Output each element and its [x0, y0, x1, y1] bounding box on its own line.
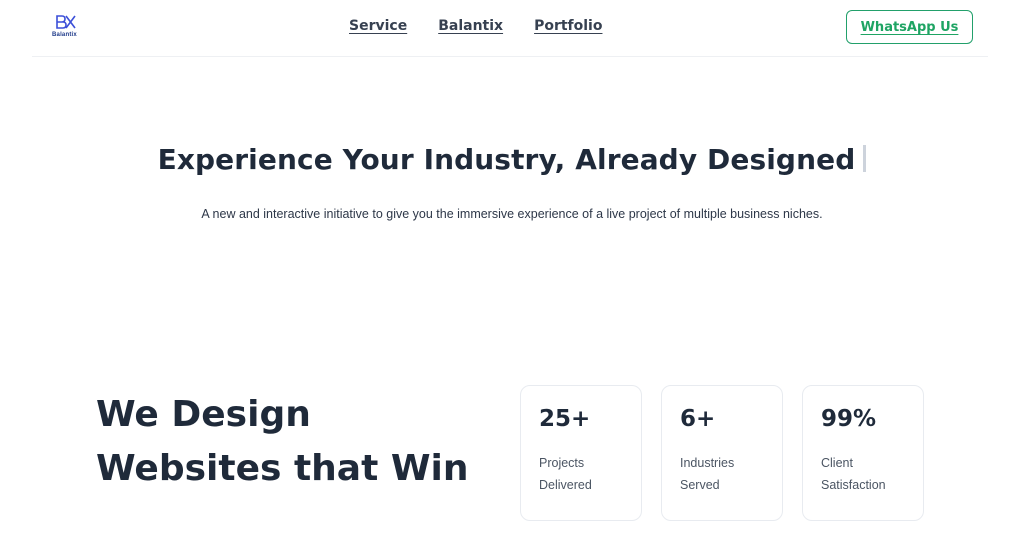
nav-link-balantix[interactable]: Balantix: [438, 18, 503, 34]
stat-value: 99%: [821, 406, 877, 432]
stat-label-line2: Satisfaction: [821, 478, 886, 492]
stat-label: Industries Served: [680, 452, 764, 496]
design-heading-line1: We Design: [96, 394, 311, 435]
design-heading-line2: Websites that Win: [96, 448, 469, 489]
hero-title: Experience Your Industry, Already Design…: [0, 143, 1024, 176]
stat-label: Projects Delivered: [539, 452, 623, 496]
stat-card-industries: 6+ Industries Served: [661, 385, 783, 521]
stat-value: 6+: [680, 406, 716, 432]
stat-card-projects: 25+ Projects Delivered: [520, 385, 642, 521]
stat-label: Client Satisfaction: [821, 452, 905, 496]
stat-label-line1: Client: [821, 456, 853, 470]
nav-link-service[interactable]: Service: [349, 18, 407, 34]
stat-label-line1: Projects: [539, 456, 585, 470]
stat-label-line1: Industries: [680, 456, 735, 470]
whatsapp-button[interactable]: WhatsApp Us: [846, 10, 973, 44]
stats-row: 25+ Projects Delivered 6+ Industries Serve…: [520, 385, 924, 521]
design-heading: We Design Websites that Win: [96, 388, 469, 496]
typing-cursor: [863, 145, 867, 172]
stat-value: 25+: [539, 406, 591, 432]
stat-card-satisfaction: 99% Client Satisfaction: [802, 385, 924, 521]
stat-label-line2: Served: [680, 478, 720, 492]
logo-text: Balantix: [52, 32, 77, 38]
balantix-logo-icon: [56, 15, 76, 29]
hero-title-text: Experience Your Industry, Already Design…: [157, 143, 856, 176]
hero-subtitle: A new and interactive initiative to give…: [201, 207, 823, 221]
nav-link-portfolio[interactable]: Portfolio: [534, 18, 602, 34]
main-nav: Service Balantix Portfolio: [349, 18, 602, 34]
brand-logo[interactable]: Balantix: [52, 14, 82, 40]
site-header: Balantix Service Balantix Portfolio What…: [32, 0, 988, 57]
stat-label-line2: Delivered: [539, 478, 592, 492]
